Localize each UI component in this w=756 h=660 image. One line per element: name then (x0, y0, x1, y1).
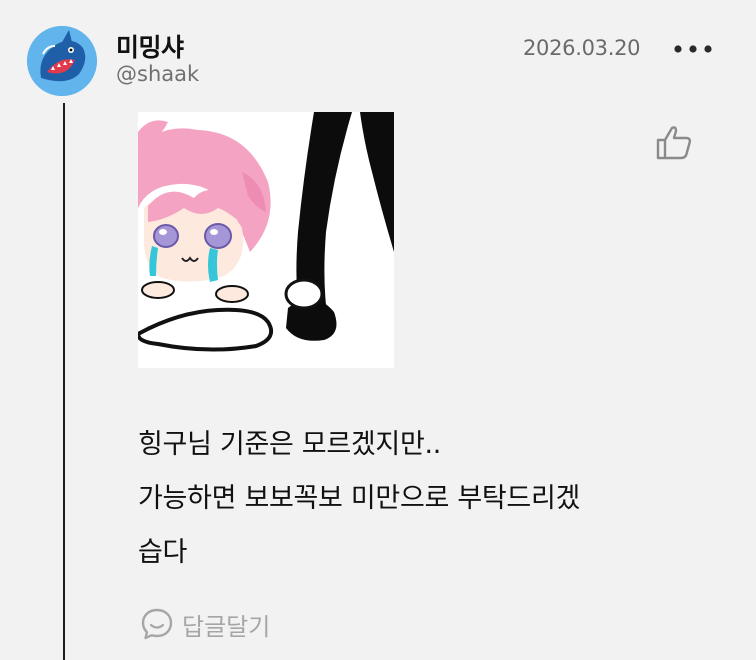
attached-image[interactable] (138, 112, 394, 368)
thumbs-up-icon (656, 126, 692, 160)
like-button[interactable] (652, 122, 696, 162)
author-display-name[interactable]: 미밍샤 (116, 28, 184, 64)
more-dots-icon (674, 45, 712, 53)
reply-label: 답글달기 (182, 612, 271, 641)
post-date: 2026.03.20 (523, 36, 641, 60)
more-options-button[interactable] (672, 36, 714, 62)
author-handle[interactable]: @shaak (116, 62, 199, 86)
crying-character-sticker (138, 112, 394, 368)
shark-avatar-icon (27, 26, 97, 96)
post-body: 힝구님 기준은 모르겠지만.. 가능하면 보보꼭보 미만으로 부탁드리겠 습다 (138, 418, 698, 580)
post-body-line: 힝구님 기준은 모르겠지만.. (138, 429, 442, 460)
post-body-line: 습다 (138, 537, 188, 568)
reply-button[interactable]: 답글달기 (140, 604, 270, 644)
post-thread: 미밍샤 @shaak 2026.03.20 힝구님 기준은 모르겠지만.. 가능… (0, 0, 756, 660)
thread-line (63, 103, 65, 660)
post-body-line: 가능하면 보보꼭보 미만으로 부탁드리겠 (138, 483, 581, 514)
speech-bubble-icon (141, 608, 173, 640)
avatar[interactable] (27, 26, 97, 96)
